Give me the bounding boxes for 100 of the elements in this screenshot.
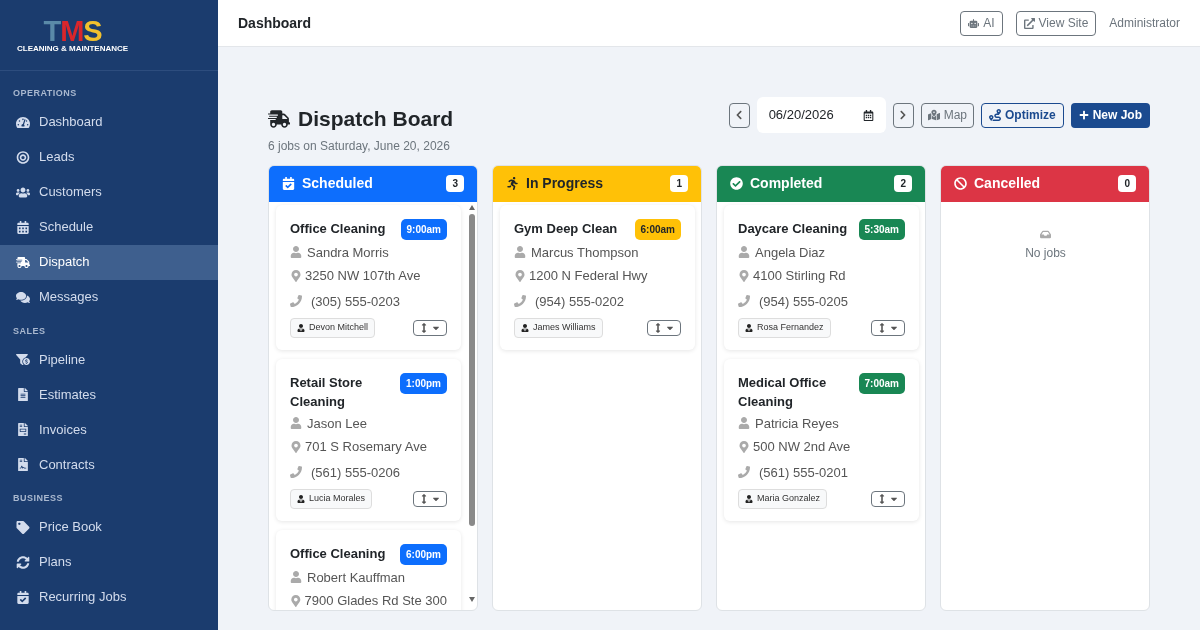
tag-icon [16,520,30,534]
phone-icon [514,295,526,308]
phone-number: (561) 555-0201 [759,463,848,482]
customer-name: Marcus Thompson [531,243,639,262]
assignee-name: Maria Gonzalez [757,492,821,505]
logo-tagline: CLEANING & MAINTENANCE [17,44,129,53]
map-pin-icon [290,594,302,607]
worker-icon [745,494,753,503]
header-button[interactable]: View Site [1015,10,1097,36]
job-card[interactable]: Retail Store Cleaning 1:00pm Jason Lee 701 S Rosemary Ave (561) 555-0206 Lucia Morales [276,358,461,521]
job-title: Gym Deep Clean [514,219,618,238]
worker-icon [297,494,305,503]
time-badge: 6:00am [634,218,681,240]
chat-icon [16,290,30,304]
calendar-icon [16,220,30,234]
funnel-icon [16,353,30,366]
job-card[interactable]: Daycare Cleaning 5:30am Angela Diaz 4100 Stirling Rd (954) 555-0205 Rosa Fernandez [724,204,919,350]
page-title: Dashboard [238,13,312,33]
person-icon [738,417,750,430]
count-badge: 3 [446,175,464,192]
status-dropdown[interactable] [647,319,681,336]
customer-name: Sandra Morris [307,243,389,262]
status-dropdown[interactable] [871,490,905,507]
nav-item[interactable]: Messages [0,279,218,315]
job-title: Daycare Cleaning [738,219,848,238]
person-icon [290,246,302,259]
job-title: Retail Store Cleaning [290,373,364,411]
person-icon [290,417,302,430]
refresh-icon [16,555,30,569]
job-card[interactable]: Office Cleaning 9:00am Sandra Morris 3250 NW 107th Ave (305) 555-0203 Devon Mitchell [276,204,461,350]
date-field[interactable]: 06/20/2026 [756,97,886,133]
move-icon [653,322,663,333]
worker-icon [745,323,753,332]
time-badge: 5:30am [858,218,905,240]
running-icon [506,177,519,190]
nav-item[interactable]: Schedule [0,209,218,245]
status-dropdown[interactable] [413,319,447,336]
dashboard-icon [16,115,30,129]
address: 500 NW 2nd Ave [753,438,851,456]
customer-name: Patricia Reyes [755,414,839,433]
count-badge: 0 [1118,175,1136,192]
people-icon [16,185,30,199]
worker-icon [521,323,529,332]
job-card[interactable]: Office Cleaning 6:00pm Robert Kauffman 7900 Glades Rd Ste 300 [276,529,461,610]
worker-icon [297,323,305,332]
phone-icon [738,466,750,479]
time-badge: 6:00pm [400,543,447,565]
nav-item[interactable]: Recurring Jobs [0,579,218,615]
column-title: Completed [750,174,823,193]
assignee-name: Rosa Fernandez [757,321,824,334]
nav-item[interactable]: Leads [0,139,218,175]
move-icon [877,493,887,504]
next-day-button[interactable] [892,102,914,128]
section-heading: BUSINESS [12,492,64,505]
status-dropdown[interactable] [413,490,447,507]
map-pin-icon [514,269,526,282]
calendar-icon [862,109,874,121]
truck-icon [268,107,290,130]
new-job-button[interactable]: New Job [1070,102,1150,128]
phone-icon [290,295,302,308]
job-card[interactable]: Gym Deep Clean 6:00am Marcus Thompson 1200 N Federal Hwy (954) 555-0202 James Williams [500,204,695,350]
nav-item[interactable]: Dashboard [0,104,218,140]
map-icon [927,109,940,121]
job-card[interactable]: Medical Office Cleaning 7:00am Patricia Reyes 500 NW 2nd Ave (561) 555-0201 Maria Gonzalez [724,358,919,521]
user-name: Administrator [1109,15,1180,32]
time-badge: 9:00am [400,218,447,240]
count-badge: 2 [894,175,912,192]
column-title: Scheduled [302,174,373,193]
nav-item[interactable]: Customers [0,174,218,210]
customer-name: Angela Diaz [755,243,826,262]
nav-item[interactable]: Invoices [0,412,218,447]
previous-day-button[interactable] [728,102,750,128]
phone-number: (954) 555-0205 [759,292,848,311]
section-heading: OPERATIONS [12,87,78,100]
nav-item[interactable]: Price Book [0,509,218,545]
person-icon [514,246,526,259]
nav-item[interactable]: Contracts [0,447,218,482]
time-badge: 1:00pm [400,372,447,394]
map-pin-icon [290,269,302,282]
address: 3250 NW 107th Ave [305,267,421,285]
header-button[interactable]: AI [960,10,1003,36]
column-title: In Progress [526,174,604,193]
nav-item[interactable]: Pipeline [0,342,218,377]
board-subtitle: 6 jobs on Saturday, June 20, 2026 [268,137,451,155]
optimize-button[interactable]: Optimize [981,102,1064,128]
assignee-name: Lucia Morales [309,492,366,505]
person-icon [738,246,750,259]
nav-item[interactable]: Plans [0,544,218,580]
truck-icon [16,255,30,269]
job-title: Office Cleaning [290,544,386,563]
map-button[interactable]: Map [920,102,974,128]
count-badge: 1 [670,175,688,192]
address: 1200 N Federal Hwy [529,267,648,285]
status-dropdown[interactable] [871,319,905,336]
nav-item[interactable]: Dispatch [0,244,218,280]
nav-item[interactable]: Estimates [0,377,218,412]
calendar-check-icon [16,590,30,604]
ban-icon [954,177,967,190]
column-title: Cancelled [974,174,1041,193]
external-link-icon [1023,17,1035,29]
